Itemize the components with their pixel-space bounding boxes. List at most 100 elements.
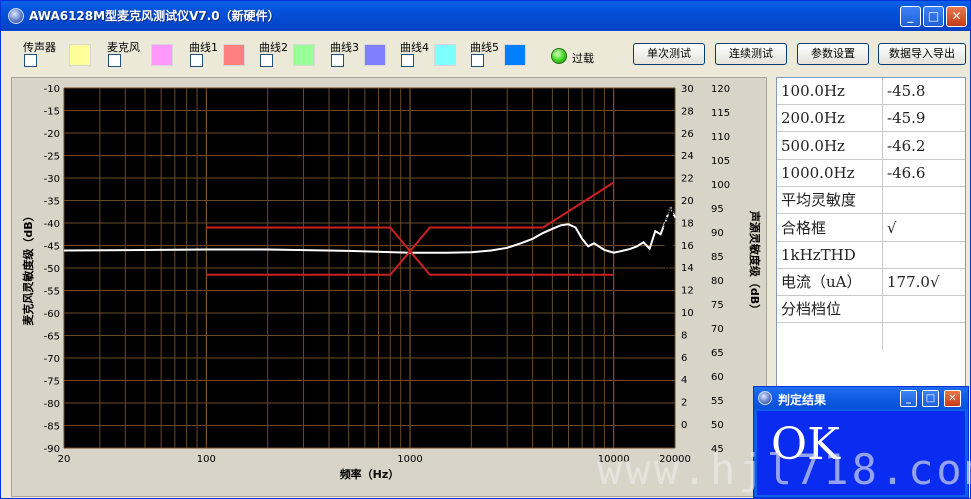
x-axis-label: 频率（Hz） (340, 467, 400, 481)
main-window: AWA6128M型麦克风测试仪V7.0（新硬件） _ □ ✕ 传声器 麦克风 曲… (0, 0, 971, 499)
legend-checkbox[interactable] (190, 54, 203, 67)
legend-checkbox[interactable] (401, 54, 414, 67)
window-title: AWA6128M型麦克风测试仪V7.0（新硬件） (29, 9, 280, 23)
close-button[interactable]: ✕ (946, 6, 967, 27)
y3-tick-label: 100 (711, 180, 730, 191)
result-value: -45.8 (887, 82, 926, 100)
y3-tick-label: 80 (711, 276, 724, 287)
result-key: 电流（uA） (781, 273, 862, 292)
result-row: 500.0Hz -46.2 (777, 133, 965, 160)
legend-bar: 传声器 麦克风 曲线1 曲线2 曲线3 曲线4 曲线5 (21, 39, 561, 73)
dialog-icon (758, 391, 772, 405)
result-row: 分档档位 (777, 296, 965, 324)
y3-tick-label: 95 (711, 204, 724, 215)
legend-swatch[interactable] (293, 44, 315, 66)
y-tick-label: -40 (44, 219, 60, 230)
y2-tick-label: 28 (681, 106, 694, 117)
result-value: -46.6 (887, 163, 926, 182)
y2-tick-label: 6 (681, 353, 687, 364)
continuous-test-button[interactable]: 连续测试 (715, 43, 787, 65)
y2-tick-label: 30 (681, 84, 694, 95)
legend-label: 曲线4 (400, 41, 429, 54)
result-value: -46.2 (887, 136, 926, 155)
result-key: 平均灵敏度 (781, 191, 857, 210)
result-value: 177.0√ (887, 273, 940, 292)
x-tick-label: 1000 (397, 454, 422, 465)
legend-swatch[interactable] (151, 44, 173, 66)
y3-tick-label: 55 (711, 396, 724, 407)
y-tick-label: -30 (44, 174, 60, 185)
legend-swatch[interactable] (69, 44, 91, 66)
y3-tick-label: 60 (711, 372, 724, 383)
y-axis-label: 麦克风灵敏度级（dB） (21, 210, 35, 325)
y-tick-label: -80 (44, 399, 60, 410)
y2-tick-label: 22 (681, 174, 694, 185)
judgment-title: 判定结果 (778, 393, 827, 407)
y3-tick-label: 50 (711, 420, 724, 431)
result-key: 200.0Hz (781, 109, 845, 128)
y-tick-label: -25 (44, 152, 60, 163)
plot-panel: -10 -15 -20 -25 -30 -35 -40 -45 -50 -55 -60 -65 -70 -… (11, 77, 767, 497)
result-row: 100.0Hz -45.8 (777, 78, 965, 105)
y3-tick-label: 105 (711, 156, 730, 167)
parameter-settings-button[interactable]: 参数设置 (797, 43, 869, 65)
legend-checkbox[interactable] (24, 54, 37, 67)
y-tick-label: -85 (44, 422, 60, 433)
single-test-button[interactable]: 单次测试 (633, 43, 705, 65)
legend-label: 曲线3 (330, 41, 359, 54)
result-row: 合格框 √ (777, 215, 965, 242)
legend-swatch[interactable] (223, 44, 245, 66)
legend-swatch[interactable] (504, 44, 526, 66)
y2-tick-label: 18 (681, 218, 694, 229)
y3-tick-label: 90 (711, 228, 724, 239)
y2-tick-label: 12 (681, 286, 694, 297)
judgment-minimize-button[interactable]: _ (900, 390, 917, 407)
data-import-export-button[interactable]: 数据导入导出 (878, 43, 966, 65)
result-row: 1kHzTHD (777, 242, 965, 269)
minimize-button[interactable]: _ (900, 6, 921, 27)
y2-tick-label: 14 (681, 263, 694, 274)
y3-tick-label: 85 (711, 252, 724, 263)
y2-tick-label: 10 (681, 308, 694, 319)
watermark-text: www.hjl718.com (597, 445, 971, 494)
y-tick-label: -15 (44, 107, 60, 118)
legend-label: 传声器 (23, 41, 56, 54)
y3-tick-label: 120 (711, 84, 730, 95)
result-row: 1000.0Hz -46.6 (777, 160, 965, 187)
frequency-response-chart: -10 -15 -20 -25 -30 -35 -40 -45 -50 -55 -60 -65 -70 -… (21, 84, 762, 481)
judgment-maximize-button[interactable]: □ (922, 390, 939, 407)
legend-checkbox[interactable] (260, 54, 273, 67)
result-value: √ (887, 218, 897, 237)
result-key: 合格框 (781, 218, 827, 237)
y-tick-label: -65 (44, 332, 60, 343)
legend-checkbox[interactable] (471, 54, 484, 67)
maximize-button[interactable]: □ (923, 6, 944, 27)
result-row: 200.0Hz -45.9 (777, 105, 965, 133)
y2-tick-label: 16 (681, 241, 694, 252)
legend-label: 曲线5 (470, 41, 499, 54)
legend-swatch[interactable] (364, 44, 386, 66)
result-key: 分档档位 (781, 300, 842, 319)
y-tick-label: -35 (44, 197, 60, 208)
y2-tick-label: 0 (681, 420, 687, 431)
y3-tick-label: 110 (711, 132, 730, 143)
y2-tick-label: 8 (681, 330, 687, 341)
legend-checkbox[interactable] (331, 54, 344, 67)
result-key: 500.0Hz (781, 136, 845, 155)
result-key: 1000.0Hz (781, 163, 855, 182)
y2-tick-label: 24 (681, 151, 694, 162)
y2-tick-label: 26 (681, 129, 694, 140)
legend-label: 麦克风 (107, 41, 140, 54)
legend-swatch[interactable] (434, 44, 456, 66)
y-tick-label: -50 (44, 264, 60, 275)
y3-axis-label: 声源灵敏度级（dB） (748, 210, 762, 315)
y2-tick-label: 2 (681, 398, 687, 409)
y3-tick-label: 115 (711, 108, 730, 119)
overload-indicator-icon (551, 48, 567, 64)
judgment-close-button[interactable]: ✕ (944, 390, 961, 407)
y2-axis-label: 谐波失真（%） (662, 204, 676, 281)
legend-checkbox[interactable] (108, 54, 121, 67)
x-tick-label: 20 (58, 454, 71, 465)
y-tick-label: -60 (44, 309, 60, 320)
y3-tick-label: 70 (711, 324, 724, 335)
